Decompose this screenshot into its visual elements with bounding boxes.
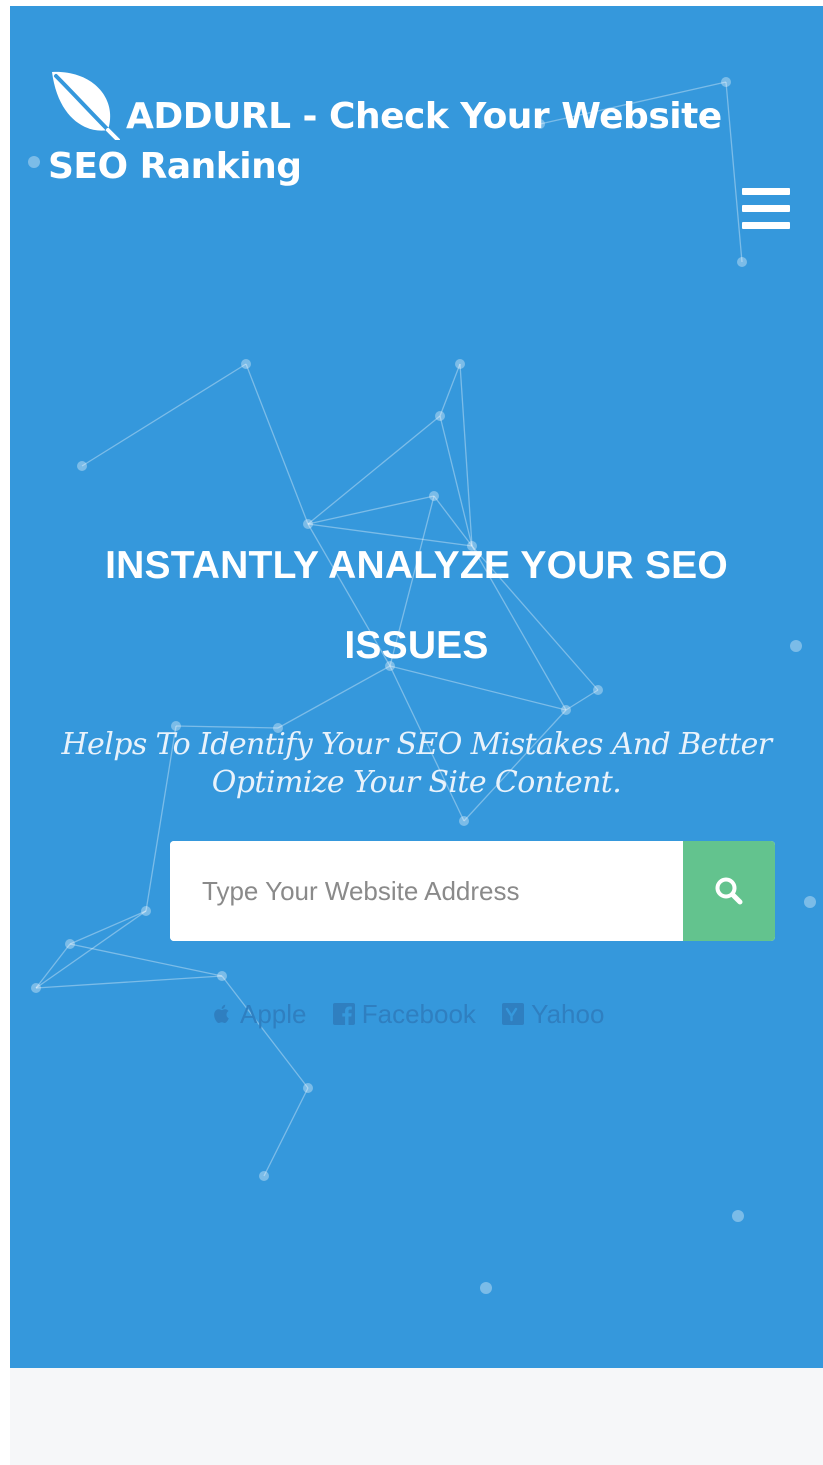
leaf-icon [48,68,120,140]
hero-headline: INSTANTLY ANALYZE YOUR SEO ISSUES [105,544,728,667]
hero-subheadline: Helps To Identify Your SEO Mistakes And … [61,727,773,800]
hero-section: ADDURL - Check Your Website SEO Ranking … [10,6,823,1368]
search-button[interactable] [683,841,775,941]
example-label-facebook: Facebook [361,999,476,1029]
menu-bar-bottom [742,222,790,229]
network-background [28,77,816,1294]
page: ADDURL - Check Your Website SEO Ranking … [0,0,823,1465]
content-section [10,1368,823,1465]
search-form [170,841,775,941]
example-label-yahoo: Yahoo [531,999,605,1029]
example-label-apple: Apple [240,999,307,1029]
website-address-input[interactable] [170,841,683,941]
example-link-yahoo[interactable]: Yahoo [501,994,604,1034]
facebook-icon [332,1002,356,1026]
example-sites: Apple Facebook Yahoo [210,994,650,1034]
hamburger-menu-icon[interactable] [742,188,792,234]
apple-icon [210,1002,234,1026]
menu-bar-middle [742,205,790,212]
site-title-text: ADDURL - Check Your Website SEO Ranking [48,96,722,187]
menu-bar-top [742,188,790,195]
example-link-facebook[interactable]: Facebook [332,994,476,1034]
example-link-apple[interactable]: Apple [210,994,307,1034]
site-title-link[interactable]: ADDURL - Check Your Website SEO Ranking [48,68,748,192]
search-icon [715,877,743,905]
yahoo-icon [501,1002,525,1026]
